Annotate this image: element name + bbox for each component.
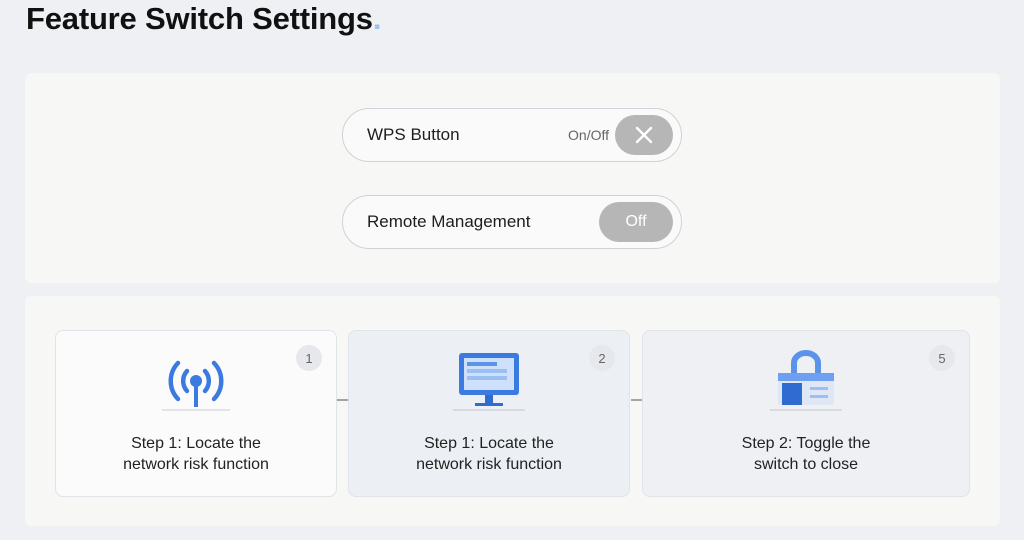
step-number-badge: 2 xyxy=(589,345,615,371)
step-text-line: Step 1: Locate the xyxy=(424,435,554,452)
step-text-3: Step 2: Toggle the switch to close xyxy=(643,433,969,475)
step-text-line: switch to close xyxy=(753,456,859,473)
monitor-icon xyxy=(453,353,525,411)
step-card-1: 1 Step 1: Locate the network risk functi… xyxy=(55,330,337,497)
wps-button-row: WPS Button On/Off xyxy=(342,108,682,162)
page-title-text: Feature Switch Settings xyxy=(26,1,373,36)
remote-management-label: Remote Management xyxy=(367,212,531,231)
step-number-badge: 5 xyxy=(929,345,955,371)
title-dot: . xyxy=(372,1,382,36)
step-card-3: 5 Step 2: Toggle the switch to close xyxy=(642,330,970,497)
wps-button-label: WPS Button xyxy=(367,125,460,144)
wps-onoff-label: On/Off xyxy=(568,127,609,143)
page-title: Feature Switch Settings. xyxy=(26,0,381,38)
step-card-2: 2 Step 1: Locate the network risk functi… xyxy=(348,330,630,497)
step-text-line: network risk function xyxy=(123,456,269,473)
remote-management-state: Off xyxy=(625,213,647,230)
step-text-2: Step 1: Locate the network risk function xyxy=(349,433,629,475)
router-lock-icon xyxy=(770,350,842,411)
antenna-signal-icon xyxy=(162,360,230,411)
switch-panel xyxy=(25,73,1000,283)
remote-management-row: Remote Management Off xyxy=(342,195,682,249)
wps-toggle[interactable] xyxy=(615,115,673,155)
close-x-icon xyxy=(635,126,653,144)
page: Feature Switch Settings. WPS Button On/O… xyxy=(0,0,1024,540)
remote-management-toggle[interactable]: Off xyxy=(599,202,673,242)
step-text-line: network risk function xyxy=(416,456,562,473)
step-text-line: Step 2: Toggle the xyxy=(741,435,871,452)
step-number-badge: 1 xyxy=(296,345,322,371)
step-text-1: Step 1: Locate the network risk function xyxy=(56,433,336,475)
step-text-line: Step 1: Locate the xyxy=(131,435,261,452)
